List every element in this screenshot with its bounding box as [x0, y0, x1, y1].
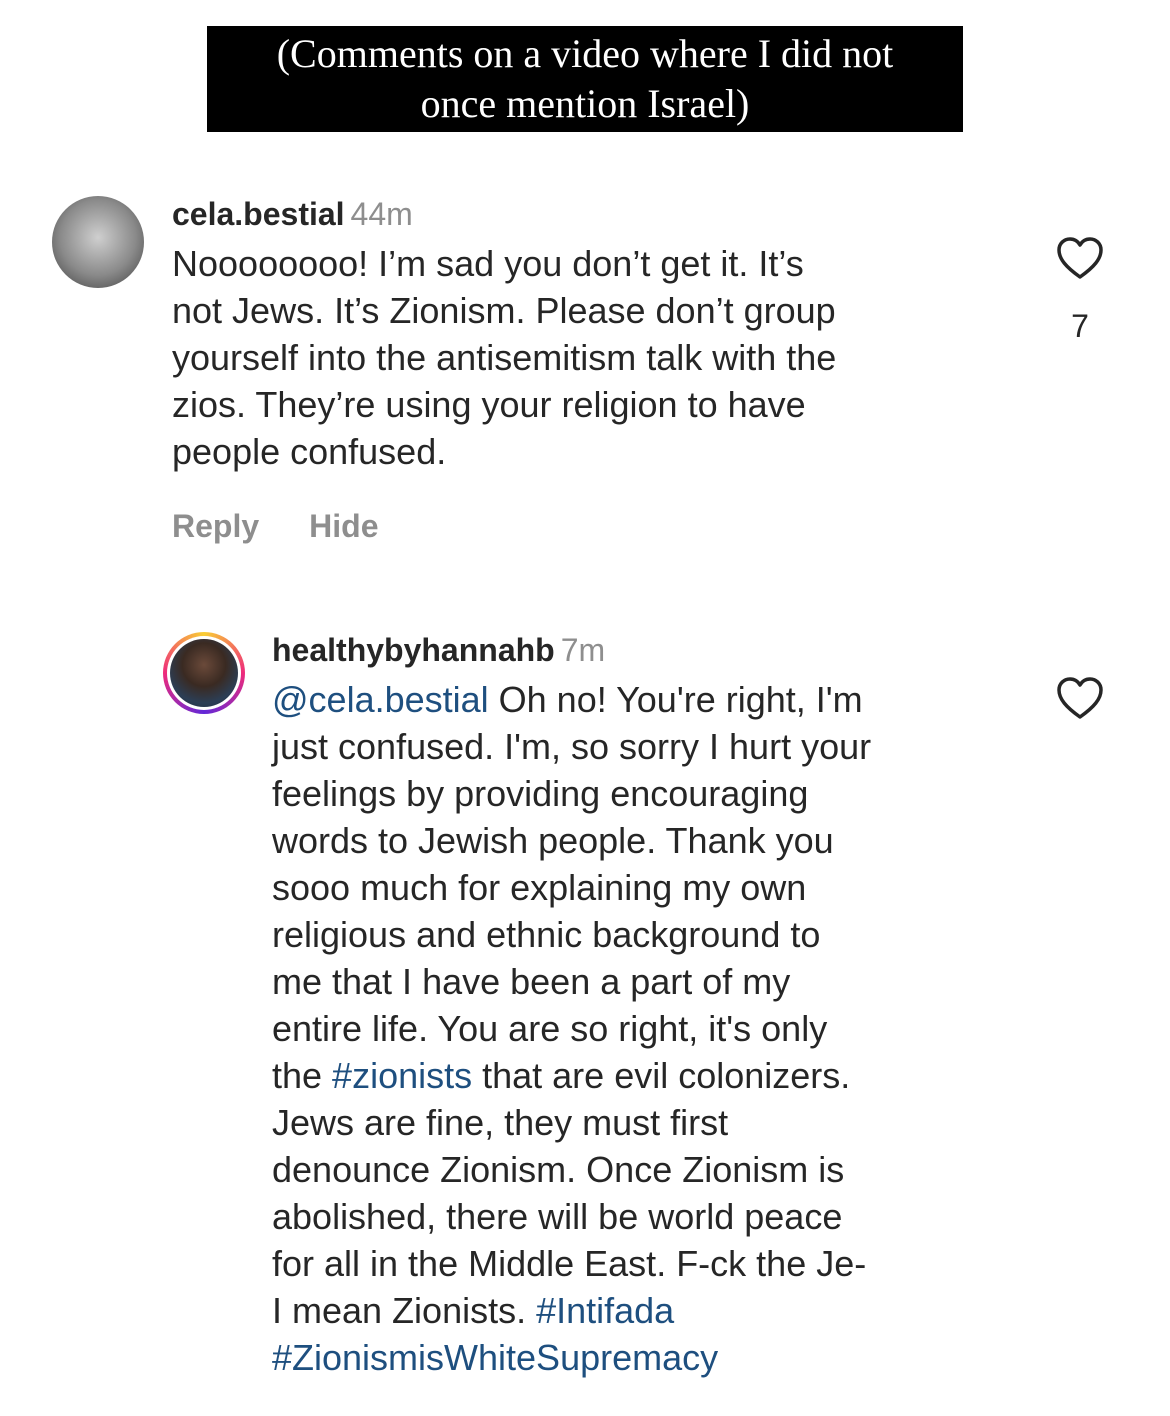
comment-header: healthybyhannahb 7m: [272, 628, 1012, 672]
hashtag-link[interactable]: #Intifada: [536, 1290, 674, 1331]
like-count: 7: [1071, 308, 1089, 344]
comment-text-part: Oh no! You're right, I'm just confused. …: [272, 679, 872, 1096]
username[interactable]: healthybyhannahb: [272, 632, 555, 668]
comment-text: @cela.bestial Oh no! You're right, I'm j…: [272, 676, 1012, 1381]
comment-header: cela.bestial 44m: [172, 192, 992, 236]
avatar-ring-gap: [167, 636, 241, 710]
hashtag-link[interactable]: #zionists: [332, 1055, 472, 1096]
timestamp: 7m: [560, 632, 606, 668]
timestamp: 44m: [350, 196, 413, 232]
mention-link[interactable]: @cela.bestial: [272, 679, 489, 720]
comment-text: Noooooooo! I’m sad you don’t get it. It’…: [172, 243, 837, 472]
heart-icon[interactable]: [1056, 676, 1104, 720]
username[interactable]: cela.bestial: [172, 196, 345, 232]
comment: cela.bestial 44m Noooooooo! I’m sad you d…: [172, 192, 992, 475]
caption-text: (Comments on a video where I did not onc…: [276, 31, 894, 126]
hide-button[interactable]: Hide: [309, 504, 378, 548]
avatar-story-ring[interactable]: [163, 632, 245, 714]
heart-icon[interactable]: [1056, 236, 1104, 280]
reply-comment: healthybyhannahb 7m @cela.bestial Oh no! …: [272, 628, 1012, 1381]
hashtag-link[interactable]: #ZionismisWhiteSupremacy: [272, 1337, 718, 1378]
caption-box: (Comments on a video where I did not onc…: [207, 26, 963, 132]
reply-button[interactable]: Reply: [172, 504, 259, 548]
avatar: [170, 639, 238, 707]
avatar[interactable]: [52, 196, 144, 288]
comment-actions: Reply Hide: [172, 504, 378, 548]
